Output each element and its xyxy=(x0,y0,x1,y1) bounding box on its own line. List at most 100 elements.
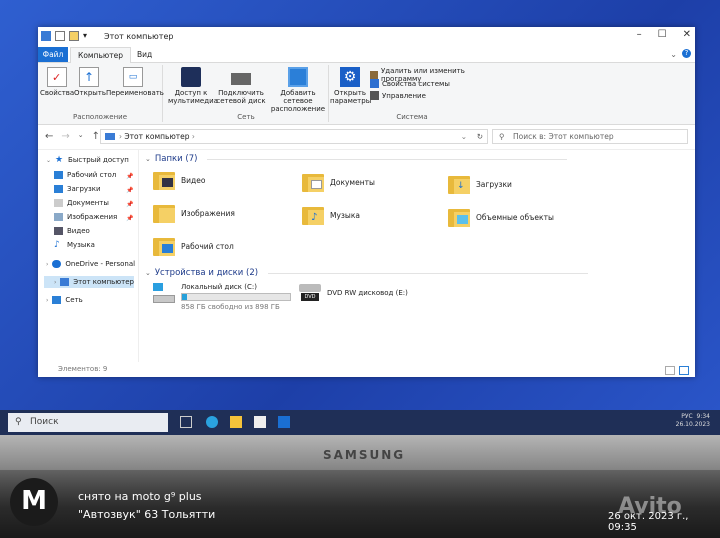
map-label-2: сетевой диск xyxy=(216,97,266,105)
folder-music[interactable]: ♪ Музыка xyxy=(302,205,360,225)
rename-button[interactable]: ▭ Переименовать xyxy=(106,67,164,97)
maximize-button[interactable]: ☐ xyxy=(658,29,667,40)
pin-icon: 📌 xyxy=(126,187,134,194)
task-view-icon[interactable] xyxy=(180,416,192,428)
drives-header[interactable]: ⌄ Устройства и диски (2) xyxy=(145,268,589,278)
recent-chevron-icon[interactable]: ⌄ xyxy=(78,131,84,142)
language-indicator[interactable]: РУС xyxy=(681,413,692,420)
search-icon: ⚲ xyxy=(499,132,505,141)
status-bar-count: Элементов: 9 xyxy=(58,365,108,373)
properties-quick-icon[interactable] xyxy=(55,31,65,41)
camera-caption: снято на moto g⁹ plus xyxy=(78,490,202,503)
map-drive-button[interactable]: Подключить сетевой диск xyxy=(216,67,266,105)
sidebar-item-pictures[interactable]: Изображения xyxy=(54,213,117,221)
folder-pictures[interactable]: Изображения xyxy=(153,203,235,223)
refresh-icon[interactable]: ↻ xyxy=(477,130,483,143)
folder-video[interactable]: Видео xyxy=(153,170,205,190)
folder-label: Объемные объекты xyxy=(476,212,554,222)
samsung-logo: SAMSUNG xyxy=(323,448,406,462)
sidebar-item-downloads[interactable]: Загрузки xyxy=(54,185,101,193)
taskbar-search[interactable]: ⚲ Поиск xyxy=(8,413,168,432)
media-access-button[interactable]: Доступ к мультимедиа xyxy=(168,67,218,105)
mail-icon[interactable] xyxy=(278,416,290,428)
close-button[interactable]: ✕ xyxy=(683,29,691,40)
network-label: Сеть xyxy=(65,296,83,304)
help-icon[interactable]: ? xyxy=(682,49,691,58)
address-path[interactable]: › Этот компьютер › ⌄ ↻ xyxy=(100,129,488,144)
open-settings-button[interactable]: ⚙ Открыть параметры xyxy=(330,67,372,105)
network-drive-icon xyxy=(231,73,251,85)
cloud-icon xyxy=(52,260,62,268)
folders-header[interactable]: ⌄ Папки (7) xyxy=(145,154,568,164)
path-segment[interactable]: Этот компьютер xyxy=(124,132,189,141)
folder-documents[interactable]: Документы xyxy=(302,172,375,192)
sidebar-item-label: Документы xyxy=(67,199,109,207)
search-input[interactable]: ⚲ Поиск в: Этот компьютер xyxy=(492,129,688,144)
clock-date: 26.10.2023 xyxy=(675,421,710,428)
sidebar-network[interactable]: › Сеть xyxy=(46,296,83,304)
add-label-1: Добавить сетевое xyxy=(280,89,316,105)
gear-icon: ⚙ xyxy=(340,67,360,87)
back-arrow-icon[interactable]: ← xyxy=(45,131,53,142)
manage-icon xyxy=(370,91,379,100)
group-system-label: Система xyxy=(396,113,428,121)
video-icon xyxy=(54,227,63,235)
manage-button[interactable]: Управление xyxy=(370,91,426,100)
tab-file[interactable]: Файл xyxy=(38,47,68,62)
minimize-button[interactable]: – xyxy=(637,29,642,40)
this-pc-label: Этот компьютер xyxy=(73,278,134,286)
manage-label: Управление xyxy=(382,91,426,100)
add-network-location-button[interactable]: Добавить сетевое расположение xyxy=(268,67,328,113)
drive-local-c[interactable]: Локальный диск (C:) 858 ГБ свободно из 8… xyxy=(153,283,291,311)
settings-label-2: параметры xyxy=(330,97,372,105)
details-view-icon[interactable] xyxy=(665,366,675,375)
folder-label: Видео xyxy=(181,175,206,185)
photo-date-watermark: 26 окт. 2023 г., 09:35 xyxy=(608,511,689,533)
file-explorer-icon[interactable] xyxy=(230,416,242,428)
hard-drive-icon xyxy=(153,283,175,303)
folder-desktop[interactable]: Рабочий стол xyxy=(153,236,234,256)
sidebar-quick-access[interactable]: ⌄ ★ Быстрый доступ xyxy=(46,156,129,165)
edge-icon[interactable] xyxy=(206,416,218,428)
pc-icon xyxy=(60,278,70,286)
store-icon[interactable] xyxy=(254,416,266,428)
properties-button[interactable]: ✓ Свойства xyxy=(40,67,74,97)
chevron-down-icon[interactable]: ▾ xyxy=(83,31,89,41)
content-pane: ⌄ Папки (7) Видео Документы ↓ Загрузки Из… xyxy=(139,150,695,362)
sidebar-this-pc[interactable]: › Этот компьютер xyxy=(44,276,134,288)
sidebar-item-videos[interactable]: Видео xyxy=(54,227,90,235)
settings-label-1: Открыть xyxy=(334,89,366,97)
folder-3d-objects[interactable]: Объемные объекты xyxy=(448,207,554,227)
sidebar-item-label: Музыка xyxy=(67,241,95,249)
desktop-folder-icon xyxy=(153,236,175,256)
address-bar-row: ← → ⌄ ↑ › Этот компьютер › ⌄ ↻ ⚲ Поиск в… xyxy=(38,125,695,150)
up-arrow-icon[interactable]: ↑ xyxy=(92,131,100,142)
sidebar-item-documents[interactable]: Документы xyxy=(54,199,109,207)
tab-computer[interactable]: Компьютер xyxy=(70,47,131,63)
downloads-folder-icon: ↓ xyxy=(448,174,470,194)
forward-arrow-icon[interactable]: → xyxy=(61,131,69,142)
system-properties-button[interactable]: Свойства системы xyxy=(370,79,450,88)
sidebar-item-desktop[interactable]: Рабочий стол xyxy=(54,171,116,179)
pin-icon: 📌 xyxy=(126,201,134,208)
window-title: Этот компьютер xyxy=(104,32,174,41)
group-location-label: Расположение xyxy=(72,113,128,121)
media-label-1: Доступ к xyxy=(174,89,208,97)
new-folder-quick-icon[interactable] xyxy=(69,31,79,41)
network-location-icon xyxy=(288,67,308,87)
drive-dvd-e[interactable]: DVD DVD RW дисковод (E:) xyxy=(299,284,408,302)
media-icon xyxy=(181,67,201,87)
drives-header-label: Устройства и диски (2) xyxy=(154,268,259,278)
sidebar-onedrive[interactable]: › OneDrive - Personal xyxy=(46,260,135,268)
chevron-down-icon[interactable]: ⌄ xyxy=(461,130,467,143)
open-button[interactable]: ↑ Открыть xyxy=(74,67,106,97)
large-icons-view-icon[interactable] xyxy=(679,366,689,375)
folder-downloads[interactable]: ↓ Загрузки xyxy=(448,174,512,194)
tab-view[interactable]: Вид xyxy=(130,47,159,62)
ribbon-expand-icon[interactable]: ⌄ xyxy=(670,50,677,59)
motorola-logo-icon: M xyxy=(10,478,58,526)
sidebar-item-music[interactable]: ♪ Музыка xyxy=(54,241,95,250)
seller-caption: "Автозвук" 63 Тольятти xyxy=(78,508,216,521)
system-tray[interactable]: РУС 9:34 26.10.2023 xyxy=(676,413,710,429)
open-icon: ↑ xyxy=(79,67,99,87)
